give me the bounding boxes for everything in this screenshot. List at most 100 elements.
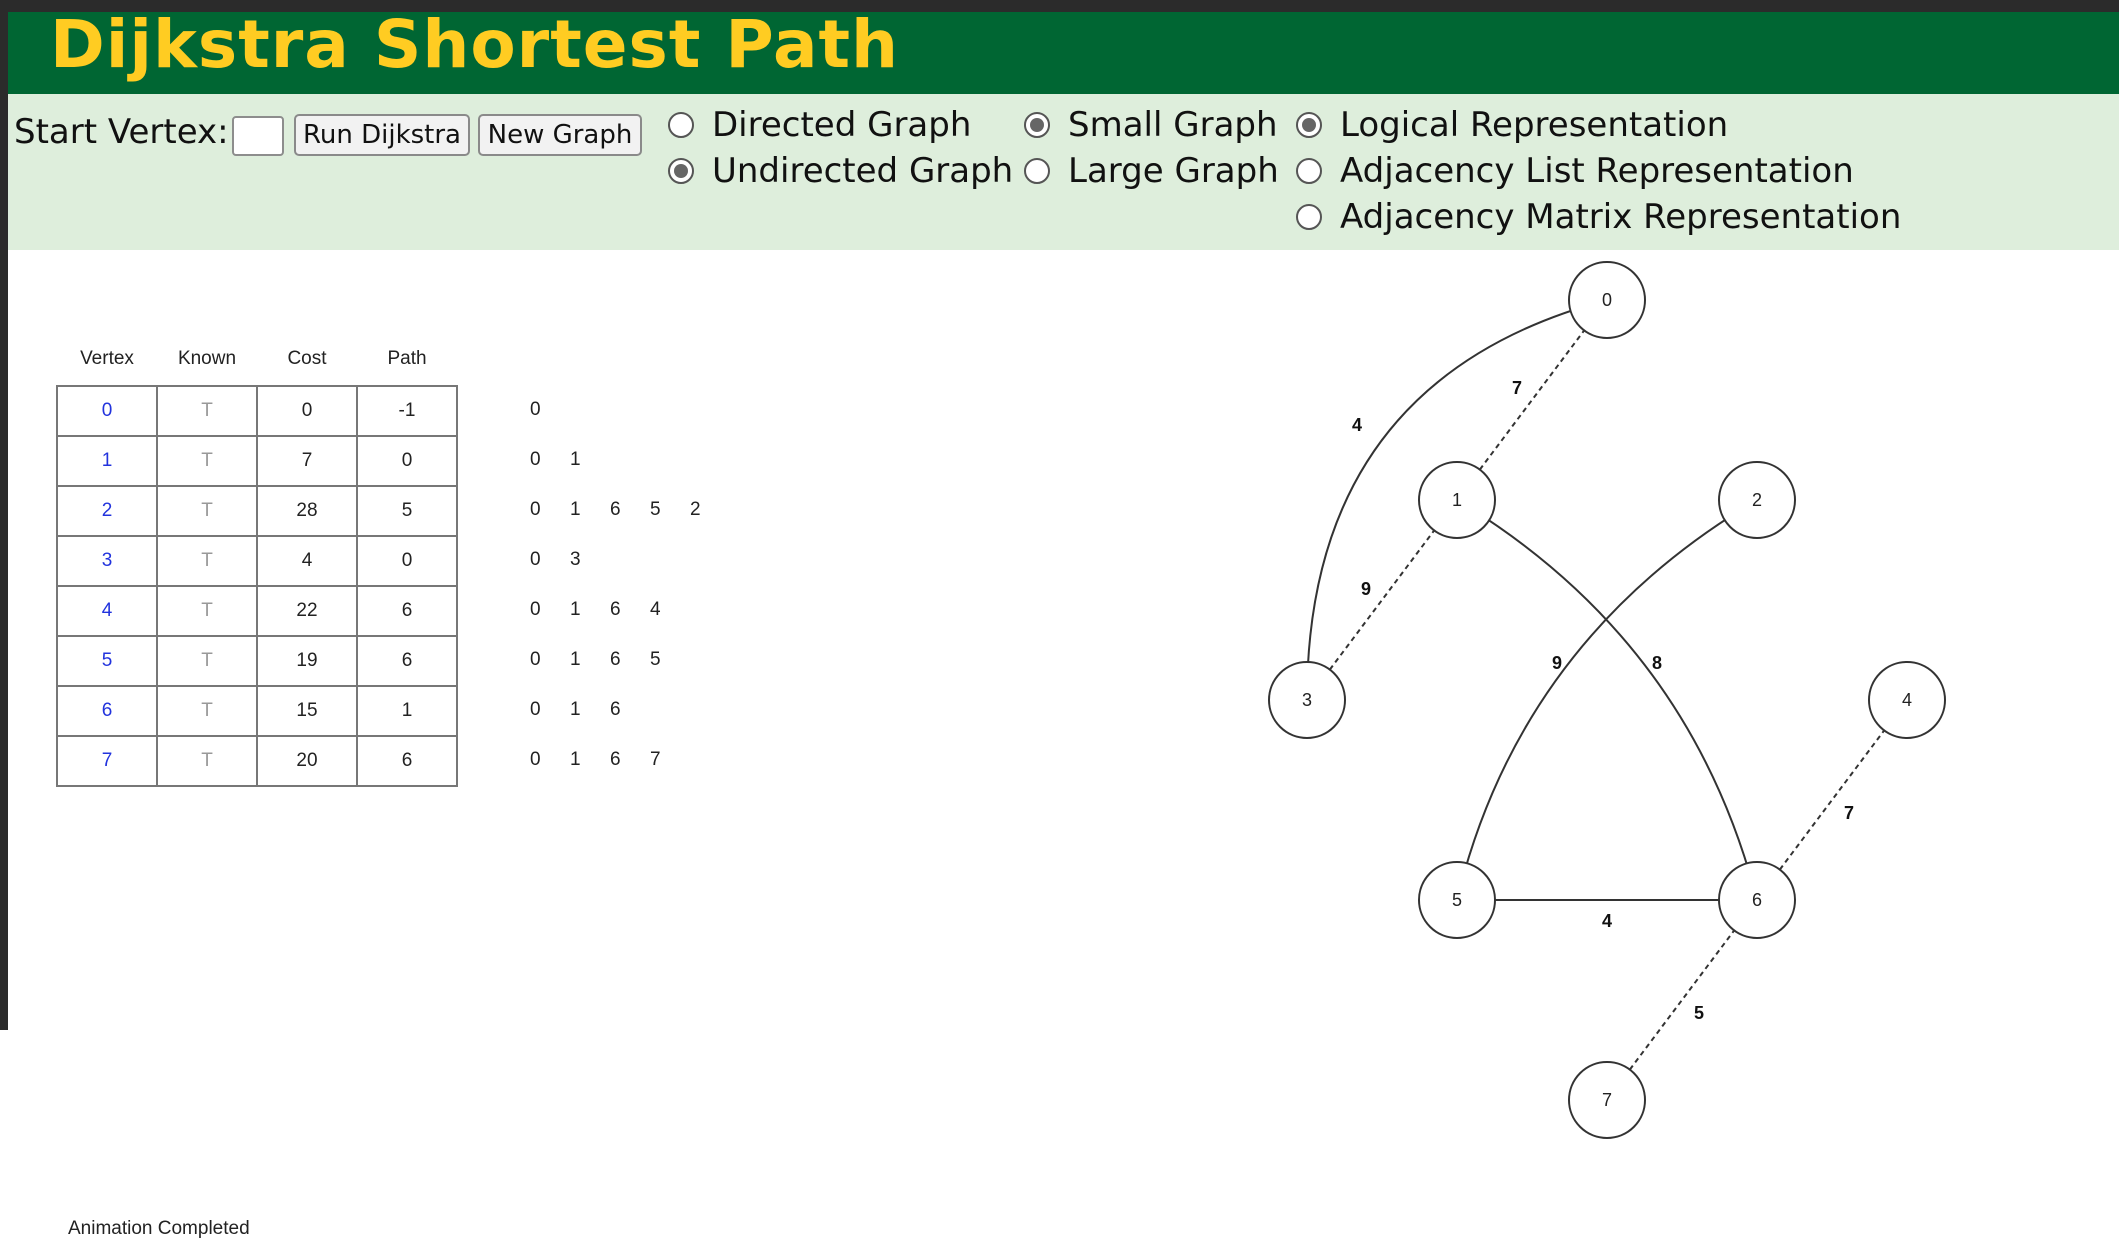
cell-known: T: [156, 735, 258, 787]
graph-edge: [1456, 499, 1758, 901]
cell-vertex: 3: [56, 535, 158, 587]
cell-path: 0: [356, 435, 458, 487]
start-vertex-label: Start Vertex:: [14, 112, 229, 152]
logical-representation-radio[interactable]: [1296, 112, 1322, 138]
cell-vertex: 2: [56, 485, 158, 537]
graph-vertex: [1418, 461, 1496, 539]
path-node: 1: [570, 499, 581, 520]
header-cost: Cost: [287, 348, 327, 369]
graph-edge: [1456, 499, 1758, 901]
table-row: 7 T 20 6: [56, 735, 458, 787]
path-node: 6: [610, 649, 621, 670]
edge-weight-label: 7: [1512, 378, 1522, 398]
page-header: Dijkstra Shortest Path: [8, 6, 2119, 94]
start-vertex-input[interactable]: [232, 116, 284, 156]
cell-cost: 15: [256, 685, 358, 737]
path-node: 1: [570, 449, 581, 470]
vertex-label: 6: [1752, 890, 1762, 910]
path-node: 6: [610, 599, 621, 620]
cell-known: T: [156, 385, 258, 437]
adjacency-list-radio[interactable]: [1296, 158, 1322, 184]
cell-cost: 22: [256, 585, 358, 637]
cell-vertex: 5: [56, 635, 158, 687]
graph-vertex: [1718, 861, 1796, 939]
cell-path: 0: [356, 535, 458, 587]
directed-graph-radio[interactable]: [668, 112, 694, 138]
path-node: 2: [690, 499, 701, 520]
cell-cost: 0: [256, 385, 358, 437]
adjacency-list-label: Adjacency List Representation: [1340, 151, 1854, 191]
graph-vertex: [1568, 1061, 1646, 1139]
path-node: 0: [530, 399, 541, 420]
directed-graph-label: Directed Graph: [712, 105, 972, 145]
path-row: 0 1 6: [530, 699, 650, 721]
graph-edge: [1756, 699, 1908, 901]
window-left-frame: [0, 0, 8, 1030]
graph-edge: [1306, 299, 1608, 701]
edge-weight-label: 5: [1694, 1003, 1704, 1023]
path-row: 0 1 6 7: [530, 749, 690, 771]
cell-cost: 28: [256, 485, 358, 537]
path-row: 0 1 6 4: [530, 599, 690, 621]
path-node: 7: [650, 749, 661, 770]
run-dijkstra-button[interactable]: Run Dijkstra: [294, 114, 470, 156]
cell-known: T: [156, 435, 258, 487]
table-row: 0 T 0 -1: [56, 385, 458, 437]
large-graph-radio[interactable]: [1024, 158, 1050, 184]
cell-path: -1: [356, 385, 458, 437]
edge-weight-label: 8: [1652, 653, 1662, 673]
path-node: 5: [650, 649, 661, 670]
edge-weight-label: 7: [1844, 803, 1854, 823]
cell-known: T: [156, 585, 258, 637]
cell-cost: 4: [256, 535, 358, 587]
vertex-label: 5: [1452, 890, 1462, 910]
table-row: 4 T 22 6: [56, 585, 458, 637]
vertex-label: 1: [1452, 490, 1462, 510]
control-bar: Start Vertex: Run Dijkstra New Graph Dir…: [8, 94, 2119, 250]
path-node: 0: [530, 649, 541, 670]
path-row: 03: [530, 549, 610, 571]
vertex-label: 4: [1902, 690, 1912, 710]
adjacency-matrix-radio[interactable]: [1296, 204, 1322, 230]
path-row: 0 1 6 5: [530, 649, 690, 671]
vertex-label: 3: [1302, 690, 1312, 710]
page-title: Dijkstra Shortest Path: [50, 6, 900, 83]
cell-known: T: [156, 485, 258, 537]
small-graph-label: Small Graph: [1068, 105, 1278, 145]
cell-vertex: 1: [56, 435, 158, 487]
path-node: 0: [530, 549, 541, 570]
small-graph-radio[interactable]: [1024, 112, 1050, 138]
table-row: 5 T 19 6: [56, 635, 458, 687]
undirected-graph-radio[interactable]: [668, 158, 694, 184]
header-vertex: Vertex: [80, 348, 134, 369]
path-row: 0: [530, 399, 570, 421]
path-row: 01: [530, 449, 610, 471]
cell-vertex: 6: [56, 685, 158, 737]
logical-representation-label: Logical Representation: [1340, 105, 1729, 145]
undirected-graph-label: Undirected Graph: [712, 151, 1014, 191]
table-row: 2 T 28 5: [56, 485, 458, 537]
table-row: 1T70: [56, 435, 458, 487]
edge-weight-label: 9: [1552, 653, 1562, 673]
path-node: 1: [570, 649, 581, 670]
graph-vertex: [1268, 661, 1346, 739]
path-node: 0: [530, 449, 541, 470]
edge-weight-label: 4: [1352, 415, 1362, 435]
vertex-label: 2: [1752, 490, 1762, 510]
graph-vertex: [1568, 261, 1646, 339]
path-node: 6: [610, 499, 621, 520]
vertex-label: 0: [1602, 290, 1612, 310]
graph-edge: [1306, 499, 1458, 701]
new-graph-button[interactable]: New Graph: [478, 114, 642, 156]
path-node: 0: [530, 699, 541, 720]
cell-cost: 19: [256, 635, 358, 687]
cell-known: T: [156, 535, 258, 587]
cell-cost: 7: [256, 435, 358, 487]
header-path: Path: [387, 348, 427, 369]
cell-path: 1: [356, 685, 458, 737]
path-node: 3: [570, 549, 581, 570]
adjacency-matrix-label: Adjacency Matrix Representation: [1340, 197, 1902, 237]
path-node: 0: [530, 599, 541, 620]
path-node: 0: [530, 499, 541, 520]
path-node: 5: [650, 499, 661, 520]
